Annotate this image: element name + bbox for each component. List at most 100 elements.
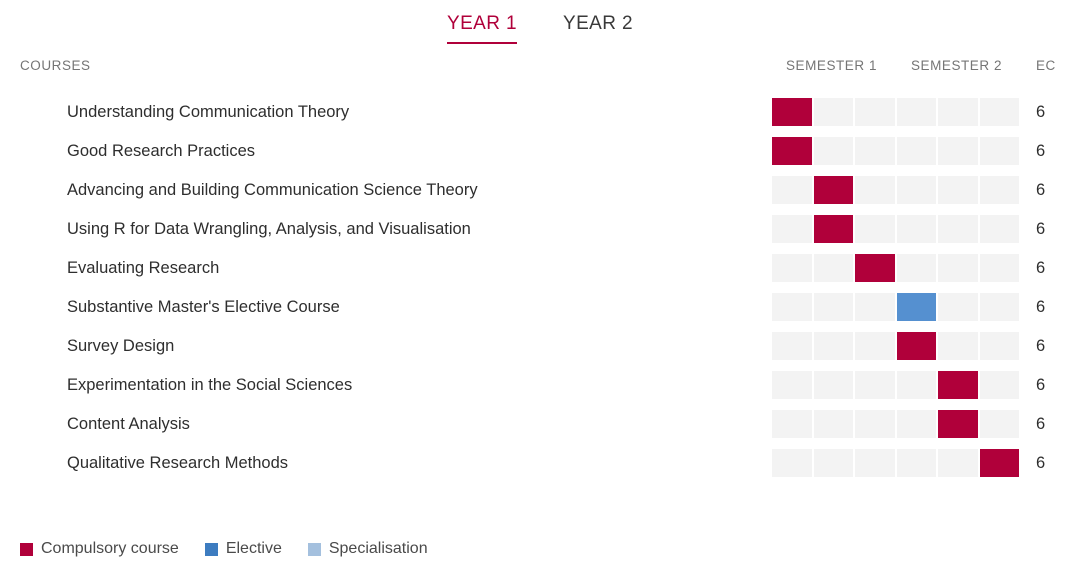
timeline-cell-filled (938, 409, 980, 438)
timeline-cell-empty (938, 448, 980, 477)
legend-swatch-icon (307, 542, 321, 556)
timeline-cell-empty (855, 97, 897, 126)
timeline-cell-empty (896, 253, 938, 282)
timeline-cell-empty (979, 370, 1019, 399)
column-header-ec: EC (1036, 58, 1056, 73)
timeline-cell-empty (896, 448, 938, 477)
timeline-cell-empty (896, 370, 938, 399)
timeline-cell-empty (979, 409, 1019, 438)
timeline-cell-empty (896, 409, 938, 438)
timeline-cell-filled (896, 292, 938, 321)
tab-year-1[interactable]: YEAR 1 (447, 12, 517, 44)
column-header-semester-1: SEMESTER 1 (786, 58, 878, 73)
course-ec-value: 6 (1036, 102, 1046, 121)
column-header-courses: COURSES (20, 58, 91, 73)
course-ec-value: 6 (1036, 414, 1046, 433)
course-name: Advancing and Building Communication Sci… (67, 180, 478, 199)
course-timeline (772, 370, 1019, 399)
timeline-cell-empty (813, 331, 855, 360)
timeline-cell-empty (855, 370, 897, 399)
table-row: Qualitative Research Methods 6 (0, 443, 1080, 482)
table-row: Advancing and Building Communication Sci… (0, 170, 1080, 209)
courses-table: COURSES SEMESTER 1 SEMESTER 2 EC Underst… (0, 50, 1080, 482)
timeline-cell-filled (938, 370, 980, 399)
timeline-cell-empty (772, 448, 814, 477)
timeline-cell-empty (938, 292, 980, 321)
tab-year-2-label: YEAR 2 (563, 13, 633, 34)
tab-year-1-label: YEAR 1 (447, 13, 517, 34)
legend-swatch-icon (20, 542, 33, 556)
course-name: Qualitative Research Methods (67, 453, 289, 472)
timeline-cell-empty (855, 214, 897, 243)
timeline-cell-filled (772, 136, 814, 165)
timeline-cell-empty (979, 175, 1019, 204)
timeline-cell-empty (772, 370, 814, 399)
column-header-semester-2: SEMESTER 2 (911, 58, 1003, 73)
timeline-cell-empty (813, 253, 855, 282)
tab-year-2[interactable]: YEAR 2 (563, 12, 633, 44)
course-name: Good Research Practices (67, 141, 256, 160)
course-timeline (772, 292, 1019, 321)
timeline-cell-empty (979, 214, 1019, 243)
timeline-cell-empty (772, 409, 814, 438)
course-timeline (772, 175, 1019, 204)
course-ec-value: 6 (1036, 180, 1046, 199)
timeline-cell-empty (979, 253, 1019, 282)
timeline-cell-empty (938, 331, 980, 360)
course-timeline (772, 253, 1019, 282)
timeline-cell-empty (813, 409, 855, 438)
timeline-cell-empty (772, 292, 814, 321)
course-name: Content Analysis (67, 414, 190, 433)
course-name: Survey Design (67, 336, 175, 355)
timeline-cell-empty (979, 292, 1019, 321)
timeline-cell-empty (813, 448, 855, 477)
timeline-cell-empty (813, 292, 855, 321)
course-name: Experimentation in the Social Sciences (67, 375, 353, 394)
course-ec-value: 6 (1036, 336, 1046, 355)
timeline-cell-empty (938, 97, 980, 126)
table-row: Evaluating Research 6 (0, 248, 1080, 287)
course-ec-value: 6 (1036, 219, 1046, 238)
timeline-cell-empty (896, 97, 938, 126)
table-row: Content Analysis 6 (0, 404, 1080, 443)
table-row: Experimentation in the Social Sciences 6 (0, 365, 1080, 404)
course-timeline (772, 97, 1019, 126)
timeline-cell-empty (896, 136, 938, 165)
legend-item-special: Specialisation (307, 539, 428, 559)
courses-rows: Understanding Communication Theory 6 Good … (0, 92, 1080, 482)
timeline-cell-empty (855, 448, 897, 477)
course-ec-value: 6 (1036, 141, 1046, 160)
table-row: Using R for Data Wrangling, Analysis, an… (0, 209, 1080, 248)
timeline-cell-empty (979, 136, 1019, 165)
timeline-cell-empty (979, 97, 1019, 126)
timeline-cell-empty (813, 136, 855, 165)
course-ec-value: 6 (1036, 258, 1046, 277)
timeline-cell-filled (772, 97, 814, 126)
course-timeline (772, 214, 1019, 243)
course-ec-value: 6 (1036, 453, 1046, 472)
timeline-cell-empty (938, 214, 980, 243)
timeline-cell-filled (979, 448, 1019, 477)
legend-label: Compulsory course (41, 540, 179, 557)
legend-swatch-icon (204, 542, 218, 556)
timeline-cell-empty (896, 175, 938, 204)
table-row: Substantive Master's Elective Course 6 (0, 287, 1080, 326)
course-ec-value: 6 (1036, 375, 1046, 394)
timeline-cell-empty (772, 331, 814, 360)
table-row: Good Research Practices 6 (0, 131, 1080, 170)
timeline-cell-empty (772, 214, 814, 243)
curriculum-overview-page: YEAR 1 YEAR 2 COURSES SEMESTER 1 SEMESTE… (0, 0, 1080, 577)
legend-label: Specialisation (328, 540, 428, 557)
legend-item-compulsory: Compulsory course (20, 539, 179, 559)
timeline-cell-empty (896, 214, 938, 243)
course-timeline (772, 448, 1019, 477)
year-tabs: YEAR 1 YEAR 2 (0, 0, 1080, 50)
course-name: Using R for Data Wrangling, Analysis, an… (67, 219, 471, 238)
legend-item-elective: Elective (204, 539, 282, 559)
course-name: Evaluating Research (67, 258, 220, 277)
timeline-cell-filled (896, 331, 938, 360)
table-row: Understanding Communication Theory 6 (0, 92, 1080, 131)
timeline-cell-empty (855, 136, 897, 165)
timeline-cell-empty (938, 136, 980, 165)
legend: Compulsory course Elective Specialisation (20, 539, 428, 559)
